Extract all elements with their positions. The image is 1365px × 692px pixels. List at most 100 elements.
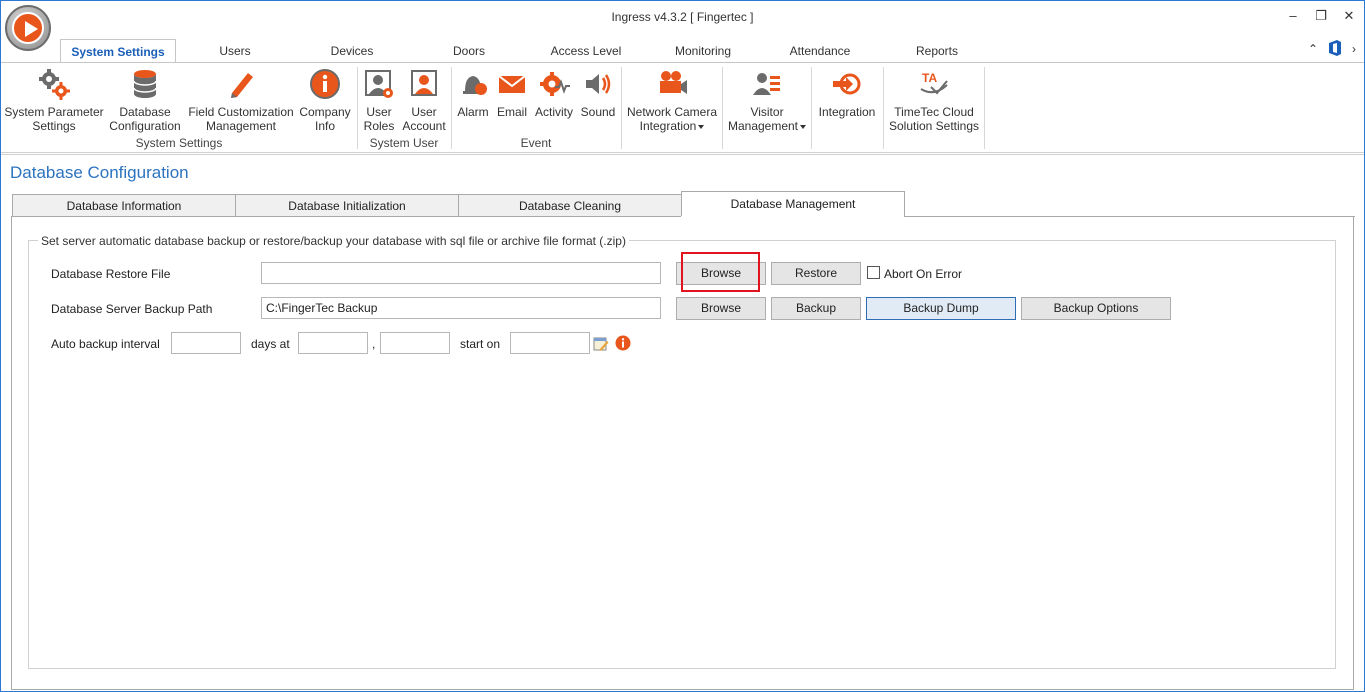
ribbon-separator bbox=[883, 67, 884, 149]
abort-on-error-checkbox[interactable] bbox=[867, 266, 880, 279]
highlight-annotation bbox=[681, 252, 760, 292]
envelope-icon bbox=[495, 67, 529, 101]
calendar-edit-icon[interactable] bbox=[593, 336, 609, 352]
ribbon-tab-strip: System Settings Users Devices Doors Acce… bbox=[1, 39, 1364, 63]
user-roles-icon bbox=[362, 67, 396, 101]
restore-file-input[interactable] bbox=[261, 262, 661, 284]
backup-minute-input[interactable] bbox=[380, 332, 450, 354]
office-icon[interactable] bbox=[1328, 40, 1342, 59]
backup-hour-input[interactable] bbox=[298, 332, 368, 354]
user-account-icon bbox=[407, 67, 441, 101]
info-icon[interactable] bbox=[615, 335, 631, 351]
group-label-event: Event bbox=[520, 136, 552, 150]
integration-button[interactable]: Integration bbox=[813, 67, 881, 119]
user-roles-label-2: Roles bbox=[363, 119, 395, 133]
tab-database-information[interactable]: Database Information bbox=[12, 194, 236, 216]
system-parameter-label-2: Settings bbox=[32, 119, 76, 133]
restore-file-label: Database Restore File bbox=[51, 267, 171, 281]
database-icon bbox=[128, 67, 162, 101]
main-content: Database Configuration Database Informat… bbox=[1, 154, 1364, 691]
user-roles-label-1: User bbox=[366, 105, 392, 119]
ribbon-tab-users[interactable]: Users bbox=[197, 39, 273, 63]
ribbon-tab-access-level[interactable]: Access Level bbox=[541, 39, 631, 63]
ribbon-tab-devices[interactable]: Devices bbox=[313, 39, 391, 63]
chevron-down-icon bbox=[800, 124, 807, 129]
auto-backup-label: Auto backup interval bbox=[51, 337, 160, 351]
field-customization-label-1: Field Customization bbox=[188, 105, 294, 119]
sound-label: Sound bbox=[580, 105, 616, 119]
visitor-label-2: Management bbox=[727, 119, 799, 133]
system-parameter-settings-button[interactable]: System Parameter Settings bbox=[4, 67, 104, 133]
ribbon-separator bbox=[621, 67, 622, 149]
user-account-label-2: Account bbox=[402, 119, 446, 133]
auto-backup-interval-input[interactable] bbox=[171, 332, 241, 354]
collapse-ribbon-icon[interactable]: ⌃ bbox=[1308, 42, 1318, 56]
group-legend: Set server automatic database backup or … bbox=[38, 234, 629, 248]
integration-arrows-icon bbox=[830, 67, 864, 101]
backup-browse-button[interactable]: Browse bbox=[676, 297, 766, 320]
group-label-system-settings: System Settings bbox=[135, 136, 223, 150]
activity-button[interactable]: Activity bbox=[531, 67, 577, 119]
network-camera-label-2: Integration bbox=[639, 119, 697, 133]
sound-button[interactable]: Sound bbox=[577, 67, 619, 119]
tab-database-management[interactable]: Database Management bbox=[681, 191, 905, 217]
activity-label: Activity bbox=[534, 105, 573, 119]
time-separator-label: , bbox=[372, 337, 376, 351]
info-icon bbox=[308, 67, 342, 101]
company-info-label-2: Info bbox=[314, 119, 335, 133]
restore-button[interactable]: Restore bbox=[771, 262, 861, 285]
ribbon-tab-system-settings[interactable]: System Settings bbox=[60, 39, 176, 63]
database-config-label-2: Configuration bbox=[109, 119, 181, 133]
database-config-label-1: Database bbox=[119, 105, 171, 119]
chevron-down-icon bbox=[698, 124, 705, 129]
ribbon-tab-attendance[interactable]: Attendance bbox=[779, 39, 861, 63]
restore-button[interactable]: ❐ bbox=[1310, 5, 1332, 27]
camera-icon bbox=[655, 67, 689, 101]
ribbon-tab-reports[interactable]: Reports bbox=[901, 39, 973, 63]
backup-dump-button[interactable]: Backup Dump bbox=[866, 297, 1016, 320]
ribbon-tab-doors[interactable]: Doors bbox=[433, 39, 505, 63]
email-label: Email bbox=[496, 105, 527, 119]
backup-path-input[interactable] bbox=[261, 297, 661, 319]
abort-on-error-label: Abort On Error bbox=[884, 267, 963, 281]
ribbon-tab-monitoring[interactable]: Monitoring bbox=[663, 39, 743, 63]
start-date-input[interactable] bbox=[510, 332, 590, 354]
field-customization-button[interactable]: Field Customization Management bbox=[186, 67, 296, 133]
title-bar: Ingress v4.3.2 [ Fingertec ] – ❐ ✕ bbox=[1, 1, 1364, 35]
email-button[interactable]: Email bbox=[493, 67, 531, 119]
window-title: Ingress v4.3.2 [ Fingertec ] bbox=[611, 10, 754, 24]
activity-gear-icon bbox=[537, 67, 571, 101]
days-at-label: days at bbox=[251, 337, 290, 351]
user-account-button[interactable]: User Account bbox=[399, 67, 449, 133]
timetec-cloud-button[interactable]: TA TimeTec Cloud Solution Settings bbox=[885, 67, 983, 133]
visitor-management-button[interactable]: Visitor Management bbox=[724, 67, 810, 133]
integration-label: Integration bbox=[818, 105, 876, 119]
gears-icon bbox=[37, 67, 71, 101]
backup-path-label: Database Server Backup Path bbox=[51, 302, 213, 316]
user-roles-button[interactable]: User Roles bbox=[359, 67, 399, 133]
tab-database-cleaning[interactable]: Database Cleaning bbox=[458, 194, 682, 216]
app-logo-icon[interactable] bbox=[5, 5, 51, 51]
visitor-icon bbox=[750, 67, 784, 101]
alarm-label: Alarm bbox=[457, 105, 489, 119]
pencil-icon bbox=[224, 67, 258, 101]
minimize-button[interactable]: – bbox=[1282, 5, 1304, 27]
backup-options-button[interactable]: Backup Options bbox=[1021, 297, 1171, 320]
timetec-label-1: TimeTec Cloud bbox=[894, 105, 974, 119]
start-on-label: start on bbox=[460, 337, 501, 351]
company-info-button[interactable]: Company Info bbox=[297, 67, 353, 133]
timetec-ta-icon: TA bbox=[917, 67, 951, 101]
network-camera-label-1: Network Camera bbox=[626, 105, 718, 119]
ribbon-separator bbox=[811, 67, 812, 149]
database-configuration-button[interactable]: Database Configuration bbox=[106, 67, 184, 133]
ribbon-scroll-right-icon[interactable]: › bbox=[1352, 42, 1356, 56]
backup-button[interactable]: Backup bbox=[771, 297, 861, 320]
alarm-button[interactable]: Alarm bbox=[453, 67, 493, 119]
network-camera-integration-button[interactable]: Network Camera Integration bbox=[623, 67, 721, 133]
close-button[interactable]: ✕ bbox=[1338, 5, 1360, 27]
app-window: Ingress v4.3.2 [ Fingertec ] – ❐ ✕ Syste… bbox=[0, 0, 1365, 692]
ribbon-panel: System Parameter Settings Database Confi… bbox=[1, 62, 1364, 153]
tab-database-initialization[interactable]: Database Initialization bbox=[235, 194, 459, 216]
company-info-label-1: Company bbox=[299, 105, 351, 119]
field-customization-label-2: Management bbox=[205, 119, 277, 133]
